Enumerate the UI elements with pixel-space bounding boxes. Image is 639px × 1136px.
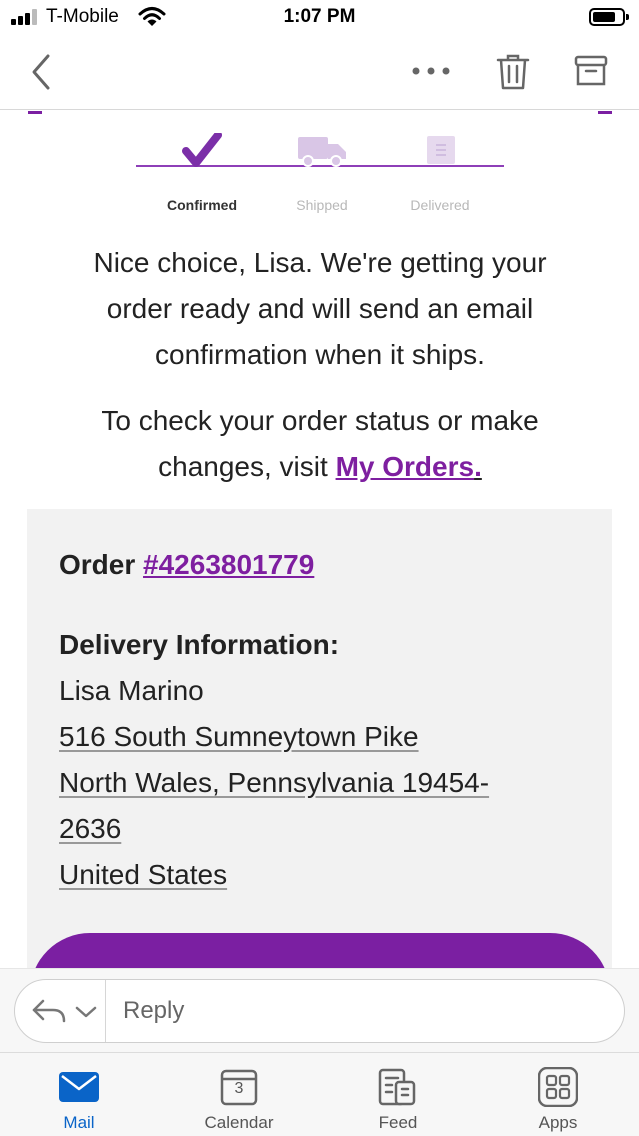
link-period: . xyxy=(474,451,482,482)
message-line: confirmation when it ships. xyxy=(155,339,485,370)
step-shipped-label: Shipped xyxy=(296,197,348,213)
order-action-button[interactable] xyxy=(30,933,610,968)
chevron-down-icon[interactable] xyxy=(75,1005,97,1019)
calendar-day: 3 xyxy=(234,1080,244,1097)
delivery-heading: Delivery Information: xyxy=(59,629,340,660)
checkmark-icon xyxy=(182,133,222,167)
address-street[interactable]: 516 South Sumneytown Pike xyxy=(59,721,419,753)
archive-icon[interactable] xyxy=(573,54,609,88)
my-orders-link[interactable]: My Orders xyxy=(336,451,475,482)
mail-icon xyxy=(59,1072,99,1102)
truck-icon xyxy=(298,137,346,167)
tab-label: Mail xyxy=(63,1113,95,1132)
tab-label: Apps xyxy=(538,1113,578,1132)
tab-label: Feed xyxy=(378,1113,418,1132)
tab-label: Calendar xyxy=(204,1113,274,1132)
corner-accent-right xyxy=(598,111,612,114)
reply-divider xyxy=(105,980,106,1042)
address-country[interactable]: United States xyxy=(59,859,227,891)
address-zip-extension[interactable]: 2636 xyxy=(59,813,121,845)
order-number-link[interactable]: #4263801779 xyxy=(143,549,314,580)
order-number-line: Order #4263801779 xyxy=(59,549,314,581)
reply-bar: Reply xyxy=(0,968,639,1052)
feed-icon xyxy=(378,1068,416,1106)
confirmation-message: Nice choice, Lisa. We're getting your or… xyxy=(30,240,610,378)
message-line: To check your order status or make xyxy=(101,405,539,436)
email-body: Confirmed Shipped Delivered Nice choice,… xyxy=(0,111,639,968)
message-text: changes, visit xyxy=(158,451,336,482)
tab-feed[interactable]: Feed xyxy=(328,1053,468,1136)
message-toolbar xyxy=(0,36,639,110)
recipient-name: Lisa Marino xyxy=(59,675,204,706)
order-status-message: To check your order status or make chang… xyxy=(30,398,610,490)
step-delivered-label: Delivered xyxy=(410,197,470,213)
tab-calendar[interactable]: 3 Calendar xyxy=(169,1053,309,1136)
reply-arrow-icon[interactable] xyxy=(31,997,67,1025)
tab-mail[interactable]: Mail xyxy=(9,1053,149,1136)
tab-apps[interactable]: Apps xyxy=(488,1053,628,1136)
message-line: Nice choice, Lisa. We're getting your xyxy=(93,247,547,278)
chevron-left-icon[interactable] xyxy=(28,52,54,92)
reply-field[interactable]: Reply xyxy=(14,979,625,1043)
order-details-card: Order #4263801779 Delivery Information: … xyxy=(27,509,612,968)
trash-icon[interactable] xyxy=(495,52,531,92)
address-city[interactable]: North Wales, Pennsylvania 19454- xyxy=(59,767,489,799)
corner-accent-left xyxy=(28,111,42,114)
reply-input[interactable]: Reply xyxy=(123,997,184,1025)
more-dots-icon[interactable] xyxy=(410,64,452,78)
tab-bar: Mail 3 Calendar Feed Apps xyxy=(0,1052,639,1136)
order-progress-tracker: Confirmed Shipped Delivered xyxy=(136,131,504,213)
package-icon xyxy=(427,136,455,164)
battery-icon xyxy=(589,8,629,26)
apps-icon xyxy=(538,1067,578,1107)
message-line: order ready and will send an email xyxy=(106,293,534,324)
order-label: Order xyxy=(59,549,144,580)
status-bar: T-Mobile 1:07 PM xyxy=(0,0,639,36)
status-time: 1:07 PM xyxy=(283,6,356,27)
message-line: changes, visit My Orders. xyxy=(30,444,610,490)
step-confirmed-label: Confirmed xyxy=(167,197,237,213)
